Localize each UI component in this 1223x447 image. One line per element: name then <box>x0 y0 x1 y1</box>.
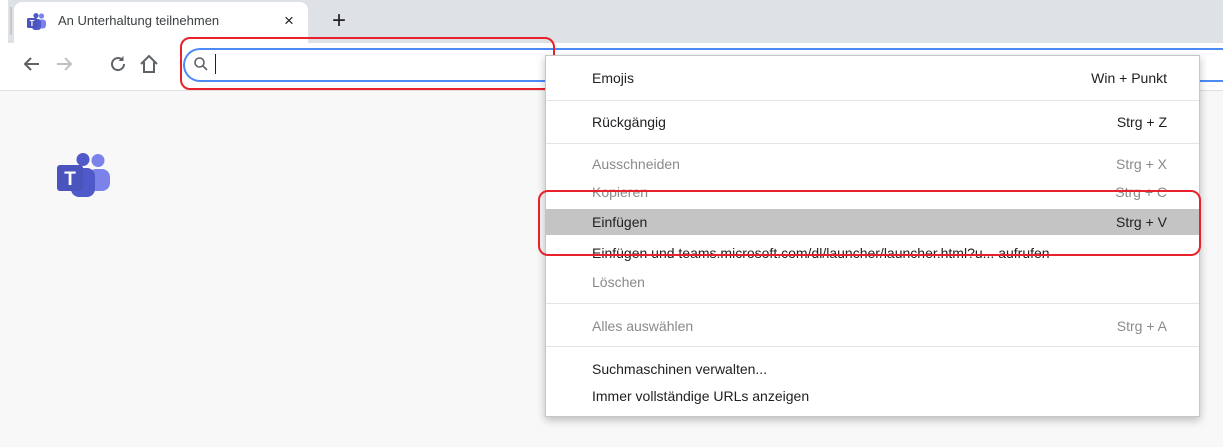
forward-arrow-icon[interactable] <box>53 53 75 75</box>
svg-text:T: T <box>30 19 35 28</box>
tab-strip-edge <box>0 0 8 43</box>
svg-text:T: T <box>64 169 76 190</box>
new-tab-button[interactable]: + <box>325 6 353 36</box>
home-icon[interactable] <box>138 53 160 75</box>
teams-icon: T <box>27 13 46 30</box>
menu-item-undo[interactable]: Rückgängig Strg + Z <box>546 110 1199 134</box>
menu-separator <box>546 143 1199 144</box>
tab-title: An Unterhaltung teilnehmen <box>58 13 220 28</box>
menu-item-show-full-urls[interactable]: Immer vollständige URLs anzeigen <box>546 384 1199 408</box>
menu-separator <box>546 100 1199 101</box>
tab-close-button[interactable]: × <box>280 9 298 33</box>
menu-separator <box>546 303 1199 304</box>
menu-item-manage-search-engines[interactable]: Suchmaschinen verwalten... <box>546 357 1199 381</box>
menu-separator <box>546 346 1199 347</box>
annotation-highlight-addressbar <box>180 37 555 90</box>
menu-item-emojis[interactable]: Emojis Win + Punkt <box>546 66 1199 90</box>
back-arrow-icon[interactable] <box>21 53 43 75</box>
tab-separator <box>10 7 12 35</box>
reload-icon[interactable] <box>107 53 129 75</box>
menu-item-delete[interactable]: Löschen <box>546 270 1199 294</box>
teams-logo-icon: T <box>57 153 110 197</box>
annotation-highlight-paste <box>538 190 1201 256</box>
menu-item-cut[interactable]: Ausschneiden Strg + X <box>546 152 1199 176</box>
menu-item-select-all[interactable]: Alles auswählen Strg + A <box>546 314 1199 338</box>
